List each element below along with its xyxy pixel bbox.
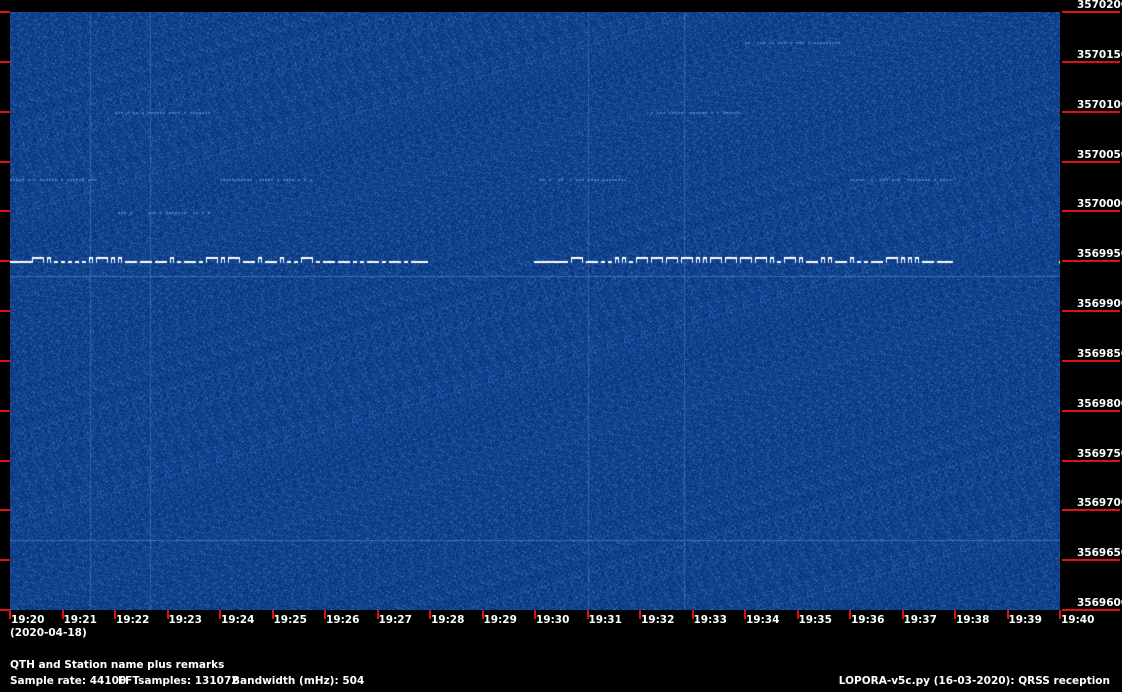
y-tick-left xyxy=(0,160,10,163)
time-label: 19:24 xyxy=(221,614,255,626)
frequency-label: 3569700 xyxy=(1077,497,1122,510)
time-label: 19:38 xyxy=(956,614,990,626)
y-tick-left xyxy=(0,359,10,362)
time-label: 19:33 xyxy=(693,614,727,626)
y-tick-right xyxy=(1062,609,1120,611)
time-label: 19:27 xyxy=(378,614,412,626)
time-label: 19:20 xyxy=(11,614,45,626)
y-tick-right xyxy=(1062,559,1120,562)
frequency-label: 3570200 xyxy=(1077,0,1122,11)
y-tick-right xyxy=(1062,409,1120,412)
program-info: LOPORA-v5c.py (16-03-2020): QRSS recepti… xyxy=(838,675,1110,687)
frequency-label: 3569800 xyxy=(1077,397,1122,410)
time-label: 19:35 xyxy=(798,614,832,626)
frequency-label: 3569750 xyxy=(1077,447,1122,460)
time-label: 19:22 xyxy=(116,614,150,626)
time-label: 19:30 xyxy=(536,614,570,626)
y-tick-right xyxy=(1062,359,1120,362)
time-label: 19:37 xyxy=(903,614,937,626)
date-label: (2020-04-18) xyxy=(10,627,87,639)
time-label: 19:36 xyxy=(851,614,885,626)
time-label: 19:21 xyxy=(63,614,97,626)
time-label: 19:32 xyxy=(641,614,675,626)
y-tick-right xyxy=(1062,110,1120,113)
y-tick-left xyxy=(0,110,10,113)
frequency-label: 3570100 xyxy=(1077,98,1122,111)
y-tick-right xyxy=(1062,509,1120,512)
y-tick-left xyxy=(0,210,10,213)
spectrogram-waterfall xyxy=(10,12,1060,610)
time-label: 19:39 xyxy=(1008,614,1042,626)
time-label: 19:26 xyxy=(326,614,360,626)
time-label: 19:34 xyxy=(746,614,780,626)
frequency-label: 3569950 xyxy=(1077,248,1122,261)
frequency-label: 3570000 xyxy=(1077,198,1122,211)
time-label: 19:25 xyxy=(273,614,307,626)
y-tick-right xyxy=(1062,310,1120,312)
frequency-label: 3570050 xyxy=(1077,148,1122,161)
y-tick-left xyxy=(0,310,10,312)
frequency-label: 3569850 xyxy=(1077,347,1122,360)
y-tick-left xyxy=(0,509,10,512)
frequency-label: 3569900 xyxy=(1077,298,1122,310)
y-tick-left xyxy=(0,260,10,263)
time-label: 19:31 xyxy=(588,614,622,626)
y-tick-right xyxy=(1062,11,1120,13)
time-label: 19:40 xyxy=(1061,614,1095,626)
sample-rate: Sample rate: 44100 xyxy=(10,675,127,687)
time-label: 19:23 xyxy=(168,614,202,626)
station-remarks: QTH and Station name plus remarks xyxy=(10,659,225,671)
frequency-label: 3569600 xyxy=(1077,597,1122,609)
y-tick-left xyxy=(0,11,10,13)
frequency-label: 3570150 xyxy=(1077,48,1122,61)
fft-samples: FFTsamples: 131072 xyxy=(118,675,239,687)
y-tick-right xyxy=(1062,260,1120,263)
y-tick-right xyxy=(1062,160,1120,163)
time-label: 19:28 xyxy=(431,614,465,626)
y-tick-left xyxy=(0,559,10,562)
frequency-label: 3569650 xyxy=(1077,547,1122,560)
y-tick-left xyxy=(0,409,10,412)
y-tick-right xyxy=(1062,210,1120,213)
y-tick-left xyxy=(0,459,10,462)
time-label: 19:29 xyxy=(483,614,517,626)
y-tick-right xyxy=(1062,60,1120,63)
bandwidth: Bandwidth (mHz): 504 xyxy=(232,675,365,687)
y-tick-left xyxy=(0,60,10,63)
y-tick-right xyxy=(1062,459,1120,462)
